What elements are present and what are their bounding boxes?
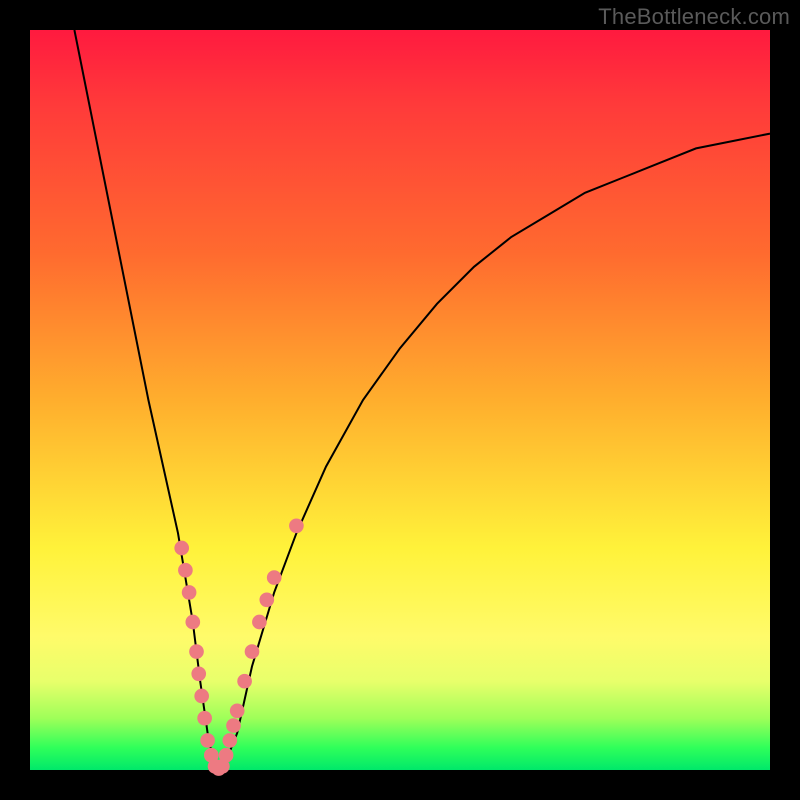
chart-svg: [30, 30, 770, 770]
data-marker: [174, 541, 189, 556]
data-markers: [174, 518, 303, 775]
data-marker: [230, 703, 245, 718]
data-marker: [191, 666, 206, 681]
data-marker: [245, 644, 260, 659]
bottleneck-curve: [74, 30, 770, 770]
data-marker: [194, 689, 209, 704]
data-marker: [185, 615, 200, 630]
data-marker: [267, 570, 282, 585]
data-marker: [178, 563, 193, 578]
data-marker: [252, 615, 267, 630]
plot-area: [30, 30, 770, 770]
data-marker: [219, 748, 234, 763]
data-marker: [197, 711, 212, 726]
watermark-text: TheBottleneck.com: [598, 4, 790, 30]
chart-frame: TheBottleneck.com: [0, 0, 800, 800]
data-marker: [226, 718, 241, 733]
data-marker: [289, 518, 304, 533]
data-marker: [222, 733, 237, 748]
data-marker: [189, 644, 204, 659]
data-marker: [182, 585, 197, 600]
data-marker: [259, 592, 274, 607]
data-marker: [237, 674, 252, 689]
data-marker: [200, 733, 215, 748]
